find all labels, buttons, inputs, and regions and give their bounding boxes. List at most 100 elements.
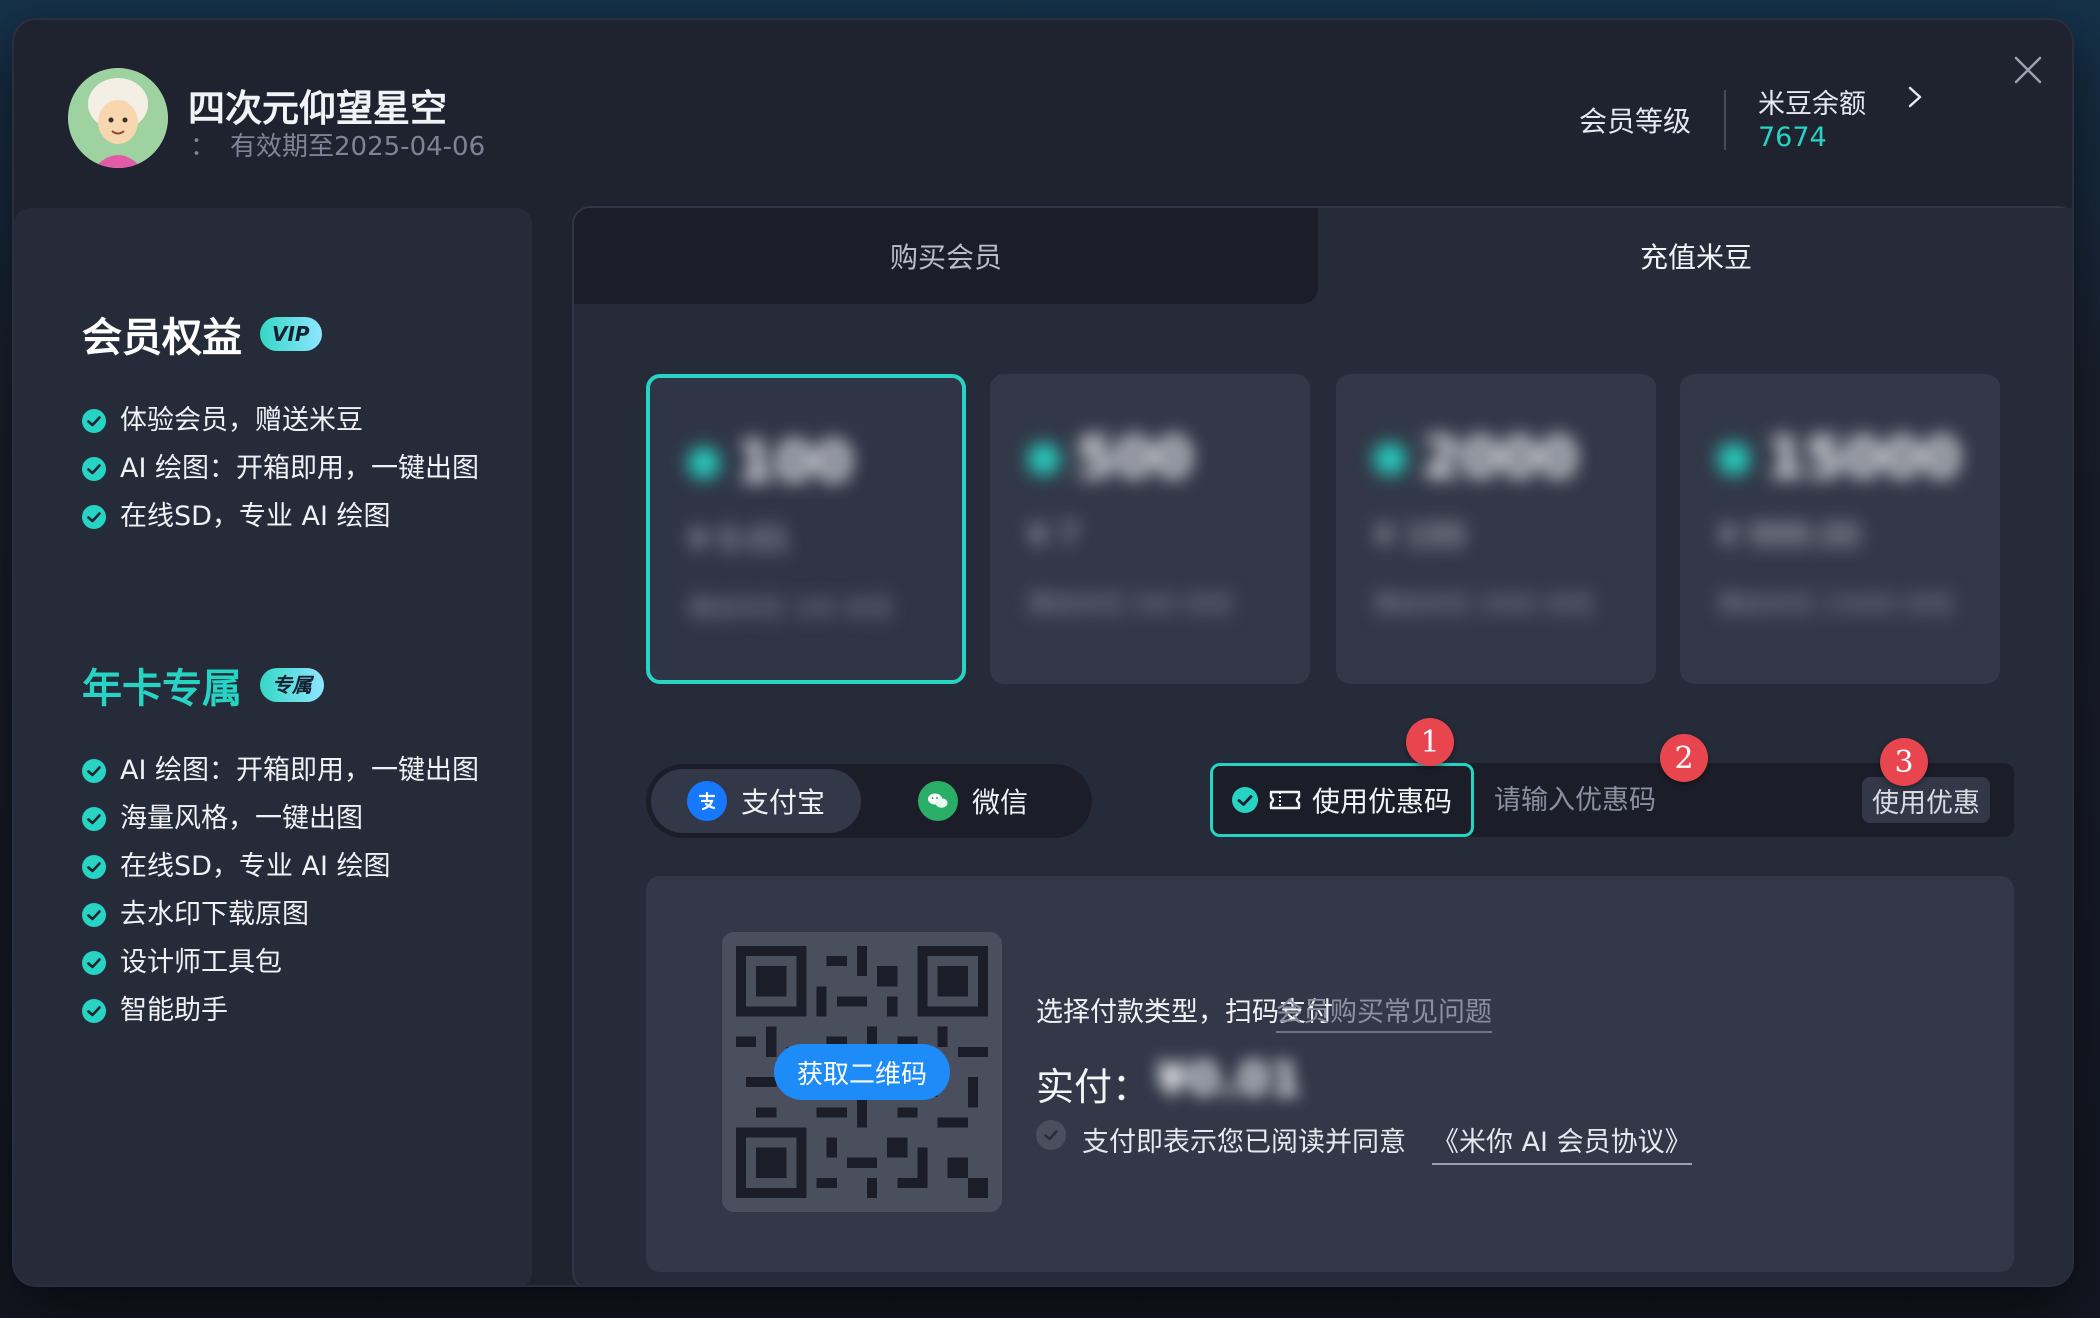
bean-coin-icon	[688, 446, 720, 479]
membership-agreement-link[interactable]: 《米你 AI 会员协议》	[1432, 1120, 1692, 1165]
membership-expiry: ： 有效期至2025-04-06	[190, 126, 485, 163]
agreement-text: 支付即表示您已阅读并同意	[1082, 1127, 1406, 1158]
qr-payment-panel: 获取二维码 选择付款类型，扫码支付 会员购买常见问题 实付： ¥0.01 支付即…	[646, 876, 2014, 1272]
membership-faq-link[interactable]: 会员购买常见问题	[1276, 990, 1492, 1033]
ticket-icon	[1269, 790, 1301, 810]
bean-coin-icon	[1374, 442, 1406, 475]
vip-benefits-heading: 会员权益	[82, 315, 242, 361]
wechat-icon	[917, 781, 958, 821]
actual-payment-label: 实付：	[1036, 1065, 1151, 1109]
benefit-text: 在线SD，专业 AI 绘图	[120, 851, 391, 882]
expiry-date: 有效期至2025-04-06	[230, 132, 486, 162]
vip-benefits-list: 体验会员，赠送米豆 AI 绘图：开箱即用，一键出图 在线SD，专业 AI 绘图	[82, 402, 502, 546]
close-icon[interactable]	[2006, 48, 2050, 92]
benefits-panel	[14, 208, 532, 1285]
bean-package-card[interactable]: 15000 ¥ 999.00 赠送米豆 15000 米豆	[1680, 374, 2000, 684]
amount-row: 15000	[1718, 426, 1961, 491]
annotation-marker-2: 2	[1660, 734, 1708, 782]
annual-exclusive-title: 年卡专属 专属	[82, 656, 324, 714]
check-circle-icon	[82, 409, 106, 433]
vip-badge: VIP	[260, 317, 322, 351]
annotation-marker-3: 3	[1880, 738, 1928, 786]
bean-coin-icon	[1718, 442, 1750, 475]
list-item: AI 绘图：开箱即用，一键出图	[82, 752, 502, 790]
header-divider	[1724, 90, 1726, 150]
blurred-content: 15000 ¥ 999.00 赠送米豆 15000 米豆	[1680, 374, 2000, 684]
check-circle-icon	[1231, 787, 1258, 813]
chevron-right-icon[interactable]	[1898, 80, 1932, 114]
use-coupon-toggle[interactable]: 使用优惠码	[1210, 763, 1474, 837]
amount-row: 100	[688, 430, 853, 495]
bean-desc: 赠送米豆 500 米豆	[1028, 590, 1234, 618]
bean-amount: 15000	[1766, 426, 1961, 491]
bean-desc: 赠送米豆 2000 米豆	[1374, 590, 1595, 618]
check-circle-icon	[82, 457, 106, 481]
annotation-marker-1: 1	[1406, 718, 1454, 766]
benefit-text: 智能助手	[120, 995, 228, 1026]
membership-modal: 四次元仰望星空 ： 有效期至2025-04-06 会员等级 米豆余额 7674 会…	[14, 20, 2072, 1285]
bean-package-card[interactable]: 100 ¥ 0.01 赠送米豆 100 米豆	[646, 374, 966, 684]
alipay-label: 支付宝	[740, 786, 825, 819]
bean-balance-label[interactable]: 米豆余额	[1758, 82, 1866, 121]
bean-desc: 赠送米豆 100 米豆	[688, 594, 894, 622]
bean-price: ¥ 100	[1374, 516, 1466, 554]
benefit-text: AI 绘图：开箱即用，一键出图	[120, 453, 480, 484]
coupon-toggle-label: 使用优惠码	[1311, 785, 1452, 818]
wechat-label: 微信	[971, 786, 1028, 819]
bean-coin-icon	[1028, 442, 1060, 475]
benefit-text: 体验会员，赠送米豆	[120, 405, 363, 436]
benefit-text: 海量风格，一键出图	[120, 803, 363, 834]
check-icon	[1044, 1130, 1058, 1141]
bean-price: ¥ 0.01	[688, 520, 790, 558]
benefit-text: AI 绘图：开箱即用，一键出图	[120, 755, 480, 786]
list-item: AI 绘图：开箱即用，一键出图	[82, 450, 502, 488]
username: 四次元仰望星空	[188, 87, 447, 130]
bean-amount: 500	[1076, 426, 1193, 491]
bean-amount: 100	[736, 430, 853, 495]
wechat-option[interactable]: 微信	[868, 769, 1078, 833]
check-circle-icon	[82, 951, 106, 975]
amount-row: 2000	[1374, 426, 1578, 491]
alipay-icon	[686, 781, 727, 821]
check-circle-icon	[82, 999, 106, 1023]
check-circle-icon	[82, 903, 106, 927]
purchase-panel: 购买会员 充值米豆 100 ¥ 0.01 赠送米豆 100 米豆 500 ¥ 7…	[574, 208, 2072, 1285]
expiry-prefix: ：	[190, 132, 217, 162]
check-circle-icon	[82, 505, 106, 529]
list-item: 设计师工具包	[82, 944, 502, 982]
get-qr-code-button[interactable]: 获取二维码	[774, 1044, 950, 1100]
qr-code: 获取二维码	[722, 932, 1002, 1212]
bean-amount: 2000	[1422, 426, 1578, 491]
tab-buy-membership[interactable]: 购买会员	[574, 208, 1318, 304]
alipay-option[interactable]: 支付宝	[651, 769, 861, 833]
bean-desc: 赠送米豆 15000 米豆	[1718, 590, 1954, 618]
list-item: 在线SD，专业 AI 绘图	[82, 848, 502, 886]
bean-package-card[interactable]: 500 ¥ 7 赠送米豆 500 米豆	[990, 374, 1310, 684]
actual-payment-amount: ¥0.01	[1156, 1052, 1302, 1106]
benefit-text: 设计师工具包	[120, 947, 282, 978]
member-level-link[interactable]: 会员等级	[1579, 100, 1691, 140]
list-item: 去水印下载原图	[82, 896, 502, 934]
blurred-content: 100 ¥ 0.01 赠送米豆 100 米豆	[650, 378, 962, 680]
annual-exclusive-heading: 年卡专属	[82, 666, 242, 712]
blurred-content: 500 ¥ 7 赠送米豆 500 米豆	[990, 374, 1310, 684]
check-circle-icon	[82, 807, 106, 831]
check-circle-icon	[82, 855, 106, 879]
benefit-text: 去水印下载原图	[120, 899, 309, 930]
payment-method-switch: 支付宝 微信	[646, 764, 1092, 838]
bean-package-card[interactable]: 2000 ¥ 100 赠送米豆 2000 米豆	[1336, 374, 1656, 684]
bean-balance-value: 7674	[1758, 122, 1827, 153]
exclusive-badge: 专属	[260, 668, 324, 702]
benefit-text: 在线SD，专业 AI 绘图	[120, 501, 391, 532]
list-item: 海量风格，一键出图	[82, 800, 502, 838]
blurred-content: 2000 ¥ 100 赠送米豆 2000 米豆	[1336, 374, 1656, 684]
check-circle-icon	[82, 759, 106, 783]
vip-benefits-title: 会员权益 VIP	[82, 305, 322, 363]
apply-coupon-button[interactable]: 使用优惠	[1862, 777, 1990, 823]
list-item: 在线SD，专业 AI 绘图	[82, 498, 502, 536]
agreement-checkbox[interactable]	[1036, 1120, 1066, 1150]
annual-benefits-list: AI 绘图：开箱即用，一键出图 海量风格，一键出图 在线SD，专业 AI 绘图 …	[82, 752, 502, 1040]
coupon-code-input[interactable]	[1494, 775, 1854, 825]
tab-recharge-beans[interactable]: 充值米豆	[1318, 208, 2072, 304]
bean-price: ¥ 7	[1028, 516, 1079, 554]
